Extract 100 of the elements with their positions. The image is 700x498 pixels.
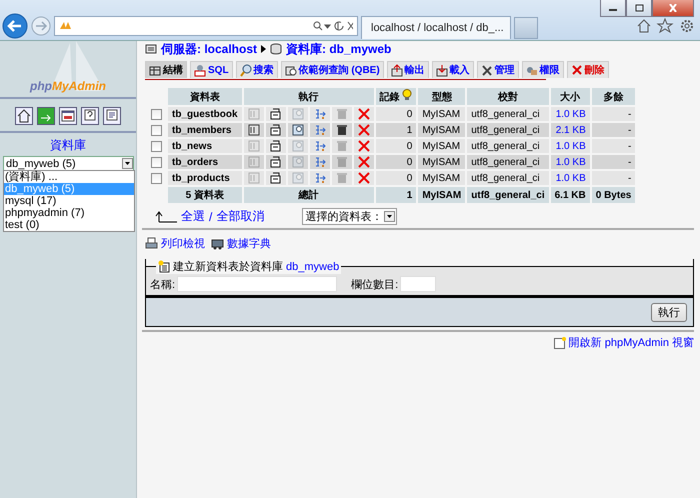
delete-icon[interactable] [358, 108, 370, 120]
database-select[interactable]: db_myweb (5) [3, 156, 134, 171]
page-link[interactable]: 列印檢視 [161, 236, 205, 251]
help-icon[interactable] [81, 107, 99, 125]
database-option[interactable]: test (0) [4, 219, 134, 231]
new-window-link[interactable]: 開啟新 phpMyAdmin 視窗 [568, 335, 694, 350]
close-button[interactable] [652, 0, 694, 17]
table-name-link[interactable]: tb_guestbook [168, 107, 242, 121]
go-button[interactable]: 執行 [651, 302, 687, 322]
database-link[interactable]: db_myweb [286, 260, 340, 272]
row-checkbox[interactable] [151, 156, 162, 168]
size-link[interactable]: 1.0 KB [550, 155, 590, 169]
column-header: 校對 [467, 88, 549, 105]
create-table-legend: 建立新資料表於資料庫 [173, 259, 283, 274]
browse-icon[interactable] [248, 124, 260, 136]
table-name-link[interactable]: tb_news [168, 139, 242, 153]
uncheck-all-link[interactable]: 全部取消 [216, 208, 264, 225]
address-bar[interactable] [54, 16, 358, 36]
column-header: 記錄 [376, 88, 416, 105]
cross-icon [570, 64, 583, 76]
select-value: db_myweb (5) [6, 158, 76, 170]
exit-icon[interactable] [37, 107, 55, 125]
row-checkbox[interactable] [151, 108, 162, 120]
tab[interactable]: 結構 [145, 61, 187, 78]
records-cell: 0 [376, 107, 416, 121]
table-name-link[interactable]: tb_orders [168, 155, 242, 169]
structure-icon[interactable] [270, 172, 282, 184]
engine-cell: MyISAM [418, 123, 466, 137]
delete-icon[interactable] [358, 156, 370, 168]
table-name-link[interactable]: tb_members [168, 123, 242, 137]
insert-icon[interactable] [314, 156, 326, 168]
insert-icon[interactable] [314, 140, 326, 152]
docs-icon[interactable] [103, 107, 121, 125]
row-checkbox[interactable] [151, 140, 162, 152]
back-button[interactable] [2, 13, 28, 39]
home-icon[interactable] [15, 107, 33, 125]
fields-count-field[interactable] [400, 276, 436, 292]
tab[interactable]: 依範例查詢 (QBE) [280, 61, 384, 78]
tab-title: localhost / localhost / db_... [371, 22, 504, 34]
sql-icon [194, 64, 206, 76]
column-header: 資料表 [168, 88, 242, 105]
structure-icon[interactable] [270, 124, 282, 136]
lightbulb-icon [402, 89, 412, 100]
total-collation-cell: utf8_general_ci [467, 187, 549, 203]
databases-heading: 資料庫 [49, 137, 87, 154]
tab[interactable]: 載入 [432, 61, 474, 78]
row-checkbox[interactable] [151, 124, 162, 136]
server-link[interactable]: 伺服器: localhost [161, 40, 258, 58]
select-value: 選擇的資料表： [305, 210, 382, 224]
page-link[interactable]: 數據字典 [227, 236, 271, 251]
database-option[interactable]: phpmyadmin (7) [4, 207, 134, 219]
trash-icon[interactable] [336, 124, 348, 136]
records-cell: 0 [376, 155, 416, 169]
size-link[interactable]: 2.1 KB [550, 123, 590, 137]
table-name-link[interactable]: tb_products [168, 171, 242, 185]
tab[interactable]: 輸出 [386, 61, 429, 78]
size-link[interactable]: 1.0 KB [550, 139, 590, 153]
import-icon [436, 64, 448, 76]
size-link[interactable]: 1.0 KB [550, 107, 590, 121]
browser-tools-icon[interactable] [636, 18, 696, 34]
database-option[interactable]: mysql (17) [4, 195, 134, 207]
with-selected-select[interactable]: 選擇的資料表： [302, 208, 398, 225]
minimize-button[interactable] [600, 0, 626, 17]
records-cell: 1 [376, 123, 416, 137]
records-cell: 0 [376, 139, 416, 153]
total-size-cell: 6.1 KB [550, 187, 590, 203]
structure-icon[interactable] [270, 156, 282, 168]
delete-icon[interactable] [358, 124, 370, 136]
structure-icon[interactable] [270, 108, 282, 120]
size-link[interactable]: 1.0 KB [550, 171, 590, 185]
structure-icon[interactable] [270, 140, 282, 152]
sql-window-icon[interactable] [59, 107, 77, 125]
tab[interactable]: 權限 [522, 61, 564, 78]
delete-icon[interactable] [358, 140, 370, 152]
row-checkbox[interactable] [151, 172, 162, 184]
column-header: 大小 [550, 88, 590, 105]
check-all-link[interactable]: 全選 [181, 208, 205, 225]
engine-cell: MyISAM [418, 139, 466, 153]
column-header: 型態 [418, 88, 466, 105]
arrow-up-icon [155, 210, 177, 222]
database-link[interactable]: 資料庫: db_myweb [286, 40, 392, 58]
insert-icon[interactable] [314, 124, 326, 136]
database-option[interactable]: (資料庫) ... [4, 171, 134, 183]
table-icon [149, 64, 161, 76]
new-tab-button[interactable] [514, 16, 538, 38]
delete-icon[interactable] [358, 172, 370, 184]
tab[interactable]: 管理 [476, 61, 519, 78]
search-icon[interactable] [292, 124, 304, 136]
insert-icon[interactable] [314, 172, 326, 184]
tab[interactable]: 搜索 [236, 61, 278, 78]
forward-button[interactable] [31, 16, 51, 36]
total-tables-cell: 5 資料表 [168, 187, 242, 203]
search-icon [240, 64, 252, 76]
table-name-field[interactable] [177, 276, 338, 292]
column-header: 執行 [244, 88, 374, 105]
insert-icon[interactable] [314, 108, 326, 120]
tab[interactable]: 刪除 [566, 61, 609, 78]
tab[interactable]: SQL [190, 61, 233, 78]
restore-button[interactable] [626, 0, 652, 17]
browser-tab[interactable]: localhost / localhost / db_... [361, 16, 511, 39]
